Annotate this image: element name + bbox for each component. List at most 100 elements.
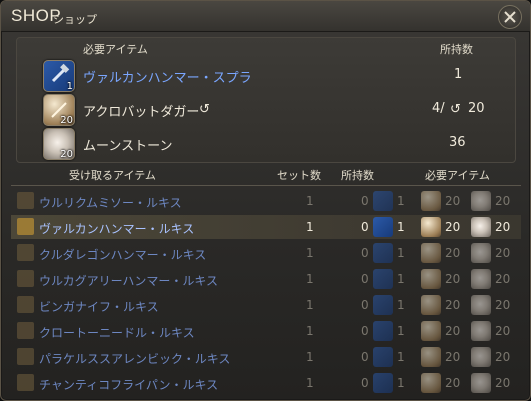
required-item-row[interactable]: 20 ムーンストーン 36 (17, 126, 515, 160)
required-qty-2: 20 (495, 350, 511, 364)
required-qty-2: 20 (495, 194, 511, 208)
hammer-icon (17, 244, 34, 261)
set-count: 1 (306, 272, 314, 286)
owned-item-icon (373, 217, 393, 237)
saw-icon (17, 192, 34, 209)
required-item-row[interactable]: 20 アクロバットダガー ↺ 4/ ↺ 20 (17, 92, 515, 126)
list-item[interactable]: ウルリクムミソー・ルキス 1 0 1 20 20 (11, 189, 521, 213)
required-item-owned: 1 (454, 67, 463, 82)
set-count: 1 (306, 298, 314, 312)
required-item-name: ムーンストーン (83, 139, 173, 154)
owned-count: 0 (361, 298, 369, 312)
item-name: ウルリクムミソー・ルキス (39, 196, 182, 210)
required-qty-2: 20 (495, 376, 511, 390)
list-item[interactable]: クロートーニードル・ルキス 1 0 1 20 20 (11, 319, 521, 343)
crown-hammer-icon (17, 270, 34, 287)
moonstone-icon (471, 269, 491, 289)
set-count: 1 (306, 324, 314, 338)
window-subtitle: ショップ (53, 13, 97, 26)
required-qty-2: 20 (495, 220, 511, 234)
owned-item-qty: 1 (397, 246, 405, 260)
title-bar[interactable]: SHOP ショップ (1, 1, 530, 32)
owned-item-qty: 1 (397, 220, 405, 234)
required-qty-1: 20 (445, 220, 461, 234)
shop-window: SHOP ショップ 必要アイテム 所持数 1 ヴァルカンハンマー・スプラ 1 2… (0, 0, 531, 401)
knife-icon (17, 296, 34, 313)
list-item[interactable]: ヴァルカンハンマー・ルキス 1 0 1 20 20 (11, 215, 521, 239)
required-item-header: 必要アイテム (83, 43, 148, 56)
dagger-icon (421, 295, 441, 315)
required-qty-1: 20 (445, 324, 461, 338)
moonstone-icon (471, 321, 491, 341)
owned-item-qty: 1 (397, 324, 405, 338)
item-name: ヴァルカンハンマー・ルキス (39, 222, 195, 236)
list-item[interactable]: ウルカグアリーハンマー・ルキス 1 0 1 20 20 (11, 267, 521, 291)
required-qty-1: 20 (445, 350, 461, 364)
dagger-icon (421, 373, 441, 393)
required-qty-1: 20 (445, 246, 461, 260)
required-item-name: アクロバットダガー (83, 105, 200, 120)
set-count: 1 (306, 194, 314, 208)
receive-header: 受け取るアイテム (69, 169, 156, 182)
moonstone-icon (471, 347, 491, 367)
required-qty-1: 20 (445, 194, 461, 208)
dagger-icon (421, 269, 441, 289)
owned-item-qty: 1 (397, 376, 405, 390)
required-items-panel: 必要アイテム 所持数 1 ヴァルカンハンマー・スプラ 1 20 アクロバットダガ… (16, 37, 516, 163)
moonstone-icon (471, 243, 491, 263)
dagger-icon (421, 191, 441, 211)
dagger-icon (421, 243, 441, 263)
owned-count: 0 (361, 350, 369, 364)
required-qty-2: 20 (495, 246, 511, 260)
item-name: パラケルススアレンビック・ルキス (39, 352, 231, 366)
required-qty-1: 20 (445, 298, 461, 312)
list-item[interactable]: クルダレゴンハンマー・ルキス 1 0 1 20 20 (11, 241, 521, 265)
list-item[interactable]: ビンガナイフ・ルキス 1 0 1 20 20 (11, 293, 521, 317)
required-qty-2: 20 (495, 298, 511, 312)
owned-header: 所持数 (440, 43, 473, 56)
owned-item-icon (373, 321, 393, 341)
moonstone-icon (471, 295, 491, 315)
owned-count: 0 (361, 246, 369, 260)
alembic-icon (17, 348, 34, 365)
owned-item-qty: 1 (397, 350, 405, 364)
set-count: 1 (306, 350, 314, 364)
dagger-icon (421, 321, 441, 341)
owned-item-qty: 1 (397, 272, 405, 286)
owned-item-qty: 1 (397, 194, 405, 208)
dagger-icon: 20 (43, 94, 75, 126)
collectable-icon: ↺ (450, 102, 461, 117)
required-item-owned: 4/ (432, 101, 445, 116)
divider (11, 185, 521, 186)
crossed-tools-icon[interactable] (498, 5, 522, 29)
owned-column-header: 所持数 (341, 169, 374, 182)
list-item[interactable]: パラケルススアレンビック・ルキス 1 0 1 20 20 (11, 345, 521, 369)
owned-count: 0 (361, 324, 369, 338)
item-name: ビンガナイフ・ルキス (39, 300, 159, 314)
owned-item-icon (373, 269, 393, 289)
required-qty-1: 20 (445, 376, 461, 390)
owned-count: 0 (361, 272, 369, 286)
frypan-icon (17, 374, 34, 391)
required-item-name: ヴァルカンハンマー・スプラ (83, 71, 252, 86)
owned-item-qty: 1 (397, 298, 405, 312)
anvil-hammer-icon (17, 218, 34, 235)
owned-count: 0 (361, 376, 369, 390)
required-qty-2: 20 (495, 324, 511, 338)
hammer-icon: 1 (43, 60, 75, 92)
set-count: 1 (306, 220, 314, 234)
set-count: 1 (306, 376, 314, 390)
owned-item-icon (373, 191, 393, 211)
required-item-owned: 36 (449, 135, 466, 150)
required-item-row[interactable]: 1 ヴァルカンハンマー・スプラ 1 (17, 58, 515, 92)
dagger-icon (421, 347, 441, 367)
owned-item-icon (373, 295, 393, 315)
owned-item-icon (373, 373, 393, 393)
item-name: クロートーニードル・ルキス (39, 326, 195, 340)
item-name: クルダレゴンハンマー・ルキス (39, 248, 207, 262)
moonstone-icon: 20 (43, 128, 75, 160)
owned-count: 0 (361, 220, 369, 234)
moonstone-icon (471, 217, 491, 237)
list-item[interactable]: チャンティコフライパン・ルキス 1 0 1 20 20 (11, 371, 521, 395)
owned-item-icon (373, 347, 393, 367)
